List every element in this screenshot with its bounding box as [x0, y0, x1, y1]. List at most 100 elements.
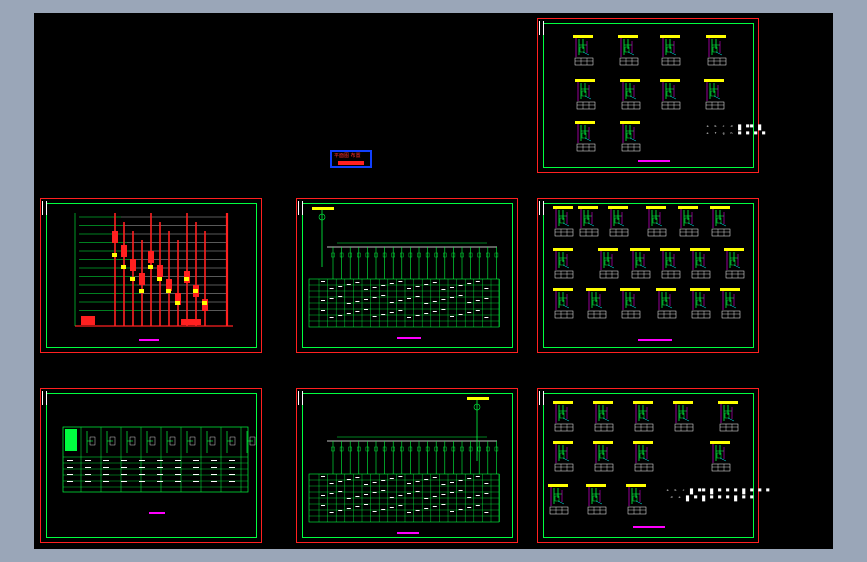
control-schematic [593, 441, 614, 472]
drawing-stroke [85, 467, 91, 468]
control-schematic [575, 79, 596, 110]
drawing-stroke [720, 288, 740, 291]
drawing-stroke [458, 509, 463, 510]
drawing-stroke [381, 285, 386, 286]
drawing-stroke [656, 288, 676, 291]
sheet-control-grid[interactable] [537, 198, 759, 353]
sheet-caption [638, 339, 672, 341]
drawing-stroke [372, 482, 377, 483]
drawing-stroke [389, 312, 394, 313]
drawing-stroke [719, 457, 727, 462]
drawing-stroke [467, 397, 489, 400]
drawing-stroke [699, 304, 707, 309]
drawing-stroke [715, 51, 723, 56]
drawing-stroke [679, 412, 685, 419]
drawing-stroke [690, 248, 710, 251]
sheet-caption [139, 339, 159, 341]
drawing-stroke [148, 251, 154, 263]
drawing-stroke [618, 35, 638, 38]
drawing-stroke [432, 506, 437, 507]
drawing-stroke [346, 284, 351, 285]
drawing-stroke [617, 222, 625, 227]
drawing-stroke [687, 222, 695, 227]
drawing-stroke [211, 474, 217, 475]
drawing-stroke [424, 479, 429, 480]
drawing-stroke [321, 495, 325, 496]
drawing-stroke [621, 310, 641, 319]
drawing-stroke [193, 481, 199, 482]
drawing-stroke [355, 506, 360, 507]
drawing-stroke [660, 35, 680, 38]
drawing-stroke [321, 505, 325, 506]
control-schematic [575, 121, 596, 152]
drawing-stroke [398, 281, 403, 282]
sheet-panel-table[interactable] [40, 388, 262, 543]
schematic-drawing [573, 35, 727, 152]
drawing-stroke [587, 222, 595, 227]
drawing-stroke [85, 474, 91, 475]
sheet-top-right[interactable]: ᵃ ᵇ ᶜ ᵈ █ ▀▀ █ ᵉ ᶠ ᵍ ʰ ▀ ▀ ▀ ▀ [537, 18, 765, 173]
drawing-stroke [121, 481, 127, 482]
sheet-distribution-a[interactable] [296, 198, 518, 353]
drawing-stroke [620, 79, 640, 82]
drawing-stroke [475, 281, 480, 282]
drawing-stroke [130, 259, 136, 271]
drawing-stroke [407, 493, 411, 494]
drawing-stroke [562, 222, 570, 227]
drawing-stroke [193, 460, 199, 461]
drawing-stroke [157, 481, 163, 482]
drawing-stroke [586, 288, 606, 291]
drawing-stroke [432, 301, 437, 302]
drawing-stroke [484, 317, 489, 318]
drawing-stroke [669, 51, 677, 56]
drawing-stroke [389, 507, 394, 508]
schematic-drawing [553, 206, 745, 319]
drawing-stroke [441, 309, 446, 310]
sheet-distribution-b[interactable] [296, 388, 518, 543]
drawing-stroke [559, 217, 565, 224]
drawing-stroke [627, 506, 647, 515]
drawing-stroke [727, 417, 735, 422]
drawing-stroke [450, 492, 454, 493]
drawing-stroke [389, 497, 394, 498]
drawing-stroke [211, 460, 217, 461]
drawing-stroke [157, 474, 163, 475]
drawing-stroke [557, 500, 565, 505]
drawing-stroke [103, 460, 109, 461]
drawing-stroke [467, 507, 472, 508]
drawing-stroke [584, 137, 592, 142]
sheet-notes: ᵃ ᵇ ᶜ ᵈ █ ▀▀ █ ᵉ ᶠ ᵍ ʰ ▀ ▀ ▀ ▀ [706, 125, 767, 138]
control-schematic [704, 79, 725, 110]
drawing-stroke [575, 121, 595, 124]
control-schematic [678, 206, 699, 237]
drawing-stroke [719, 222, 727, 227]
control-schematic [633, 401, 654, 432]
drawing-stroke [635, 500, 643, 505]
cad-canvas[interactable]: 平面图 布置 ᵃ ᵇ ᶜ ᵈ █ ▀▀ █ ᵉ ᶠ ᵍ ʰ ▀ ▀ ▀ ▀ ᵃ … [34, 13, 833, 549]
control-schematic [630, 248, 651, 279]
drawing-stroke [355, 311, 360, 312]
drawing-stroke [559, 412, 565, 419]
drawing-stroke [441, 289, 446, 290]
sheet-control-notes[interactable]: ᵃ ᵇ ᶜ █ ▀▀ █ ▀ ▀ ▀ █ ▀ ▀ ▀ ᵈ ᵉ █ ▀ █ ▀ ▀… [537, 388, 769, 543]
drawing-stroke [633, 441, 653, 444]
drawing-stroke [355, 301, 360, 302]
drawing-stroke [157, 460, 163, 461]
panel-table-drawing [62, 426, 256, 493]
title-stamp: 平面图 布置 [330, 150, 372, 168]
drawing-stroke [725, 270, 745, 279]
drawing-stroke [718, 401, 738, 404]
drawing-stroke [85, 481, 91, 482]
control-schematic [593, 401, 614, 432]
title-stamp-bar [338, 161, 364, 165]
drawing-stroke [710, 90, 716, 97]
drawing-stroke [721, 310, 741, 319]
drawing-stroke [642, 417, 650, 422]
drawing-stroke [372, 287, 377, 288]
control-schematic [660, 79, 681, 110]
control-schematic [646, 206, 667, 237]
drawing-stroke [338, 315, 343, 316]
drawing-stroke [562, 457, 570, 462]
sheet-riser[interactable] [40, 198, 262, 353]
sheet-caption [633, 526, 665, 528]
